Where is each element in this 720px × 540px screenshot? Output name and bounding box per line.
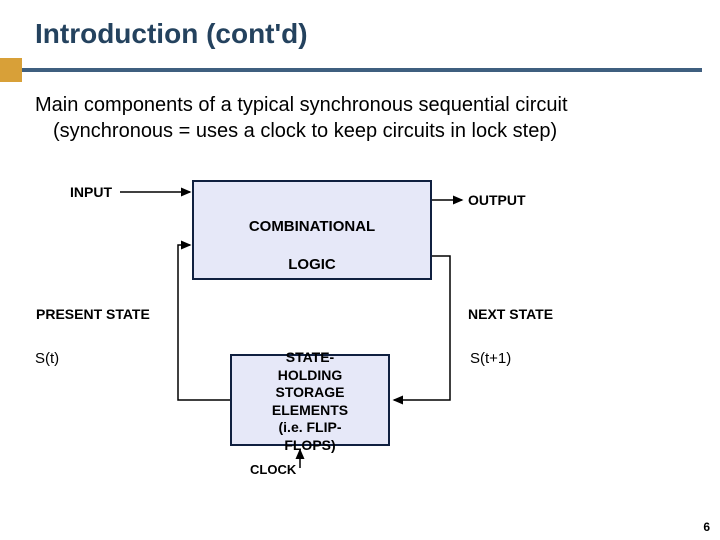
desc-line-2: (synchronous = uses a clock to keep circ…	[35, 118, 568, 144]
present-state-label: PRESENT STATE	[36, 306, 150, 322]
storage-line-6: FLOPS)	[232, 437, 388, 455]
description: Main components of a typical synchronous…	[35, 92, 568, 144]
accent-bar	[0, 58, 22, 82]
output-label: OUTPUT	[468, 192, 526, 208]
storage-line-4: ELEMENTS	[232, 402, 388, 420]
combinational-logic-box: COMBINATIONAL LOGIC	[192, 180, 432, 280]
page-number: 6	[703, 520, 710, 534]
combinational-label: COMBINATIONAL	[194, 218, 430, 235]
st-label: S(t)	[35, 350, 59, 367]
storage-elements-box: STATE- HOLDING STORAGE ELEMENTS (i.e. FL…	[230, 354, 390, 446]
next-state-label: NEXT STATE	[468, 306, 553, 322]
storage-line-2: HOLDING	[232, 367, 388, 385]
desc-line-1: Main components of a typical synchronous…	[35, 94, 568, 116]
input-label: INPUT	[70, 184, 112, 200]
storage-line-3: STORAGE	[232, 384, 388, 402]
logic-label: LOGIC	[194, 256, 430, 273]
stp1-label: S(t+1)	[470, 350, 511, 367]
slide-title: Introduction (cont'd)	[35, 18, 308, 50]
storage-line-1: STATE-	[232, 349, 388, 367]
storage-line-5: (i.e. FLIP-	[232, 419, 388, 437]
title-underline	[22, 68, 702, 72]
clock-label: CLOCK	[250, 462, 296, 477]
